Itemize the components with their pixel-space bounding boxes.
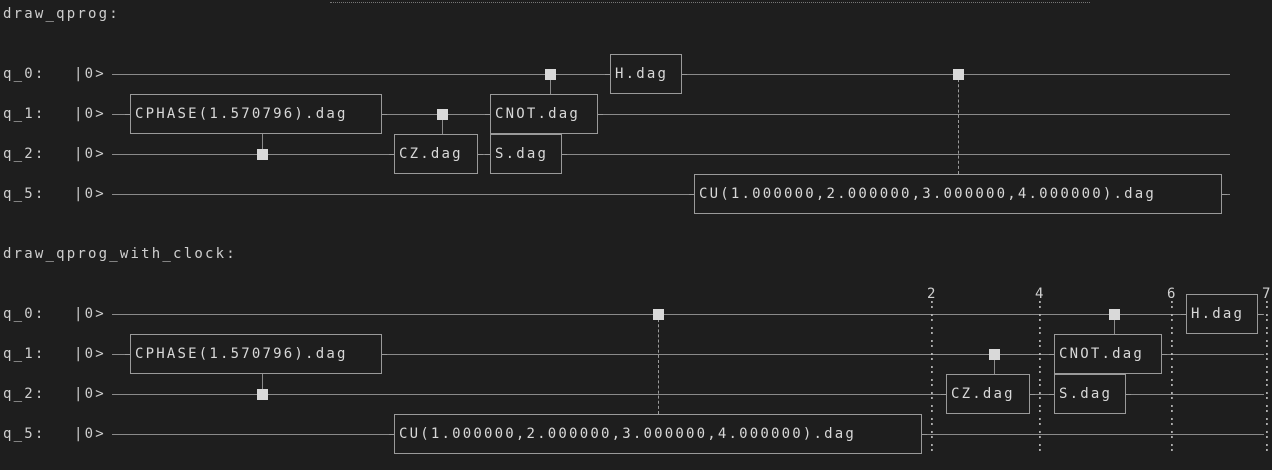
qubit-label-q0: q_0: — [3, 66, 46, 82]
section-title-draw-qprog-with-clock: draw_qprog_with_clock: — [3, 246, 237, 262]
ket-q1-clock: |0> — [74, 346, 106, 362]
ket-q0: |0> — [74, 66, 106, 82]
previous-line-cut-off — [0, 0, 1272, 4]
wire-q0-clock — [112, 314, 1264, 315]
control-dot-cu — [953, 69, 964, 80]
cu-connector — [958, 74, 959, 174]
gate-cnot: CNOT.dag — [485, 94, 603, 134]
control-dot-cphase — [257, 149, 268, 160]
qubit-label-q5: q_5: — [3, 186, 46, 202]
gate-cz-clock: CZ.dag — [941, 374, 1035, 414]
control-dot-cphase-clock — [257, 389, 268, 400]
qubit-label-q5-clock: q_5: — [3, 426, 46, 442]
gate-h: H.dag — [605, 54, 687, 94]
clock-separator-6: :::::::::::: — [1168, 297, 1176, 455]
gate-cu: CU(1.000000,2.000000,3.000000,4.000000).… — [689, 174, 1227, 214]
gate-cnot-clock: CNOT.dag — [1049, 334, 1167, 374]
qubit-label-q1-clock: q_1: — [3, 346, 46, 362]
gate-cu-clock: CU(1.000000,2.000000,3.000000,4.000000).… — [389, 414, 927, 454]
ket-q2: |0> — [74, 146, 106, 162]
qubit-label-q2: q_2: — [3, 146, 46, 162]
gate-cphase-clock: CPHASE(1.570796).dag — [125, 334, 387, 374]
ket-q2-clock: |0> — [74, 386, 106, 402]
ket-q1: |0> — [74, 106, 106, 122]
cu-connector-clock — [658, 314, 659, 414]
control-dot-cz — [437, 109, 448, 120]
control-dot-cnot — [545, 69, 556, 80]
qubit-label-q2-clock: q_2: — [3, 386, 46, 402]
qubit-label-q0-clock: q_0: — [3, 306, 46, 322]
clock-separator-7: :::::::::::: — [1263, 297, 1271, 455]
gate-h-clock: H.dag — [1181, 294, 1263, 334]
terminal-output: draw_qprog: q_0: q_1: q_2: q_5: |0> |0> … — [0, 0, 1272, 470]
ket-q5-clock: |0> — [74, 426, 106, 442]
ket-q0-clock: |0> — [74, 306, 106, 322]
wire-q2 — [112, 154, 1230, 155]
control-dot-cnot-clock — [1109, 309, 1120, 320]
qubit-label-q1: q_1: — [3, 106, 46, 122]
gate-s: S.dag — [485, 134, 567, 174]
section-title-draw-qprog: draw_qprog: — [3, 6, 120, 22]
clock-separator-2: :::::::::::: — [928, 297, 936, 455]
gate-cz: CZ.dag — [389, 134, 483, 174]
ket-q5: |0> — [74, 186, 106, 202]
control-dot-cz-clock — [989, 349, 1000, 360]
gate-s-clock: S.dag — [1049, 374, 1131, 414]
gate-cphase: CPHASE(1.570796).dag — [125, 94, 387, 134]
control-dot-cu-clock — [653, 309, 664, 320]
clock-separator-4: :::::::::::: — [1036, 297, 1044, 455]
